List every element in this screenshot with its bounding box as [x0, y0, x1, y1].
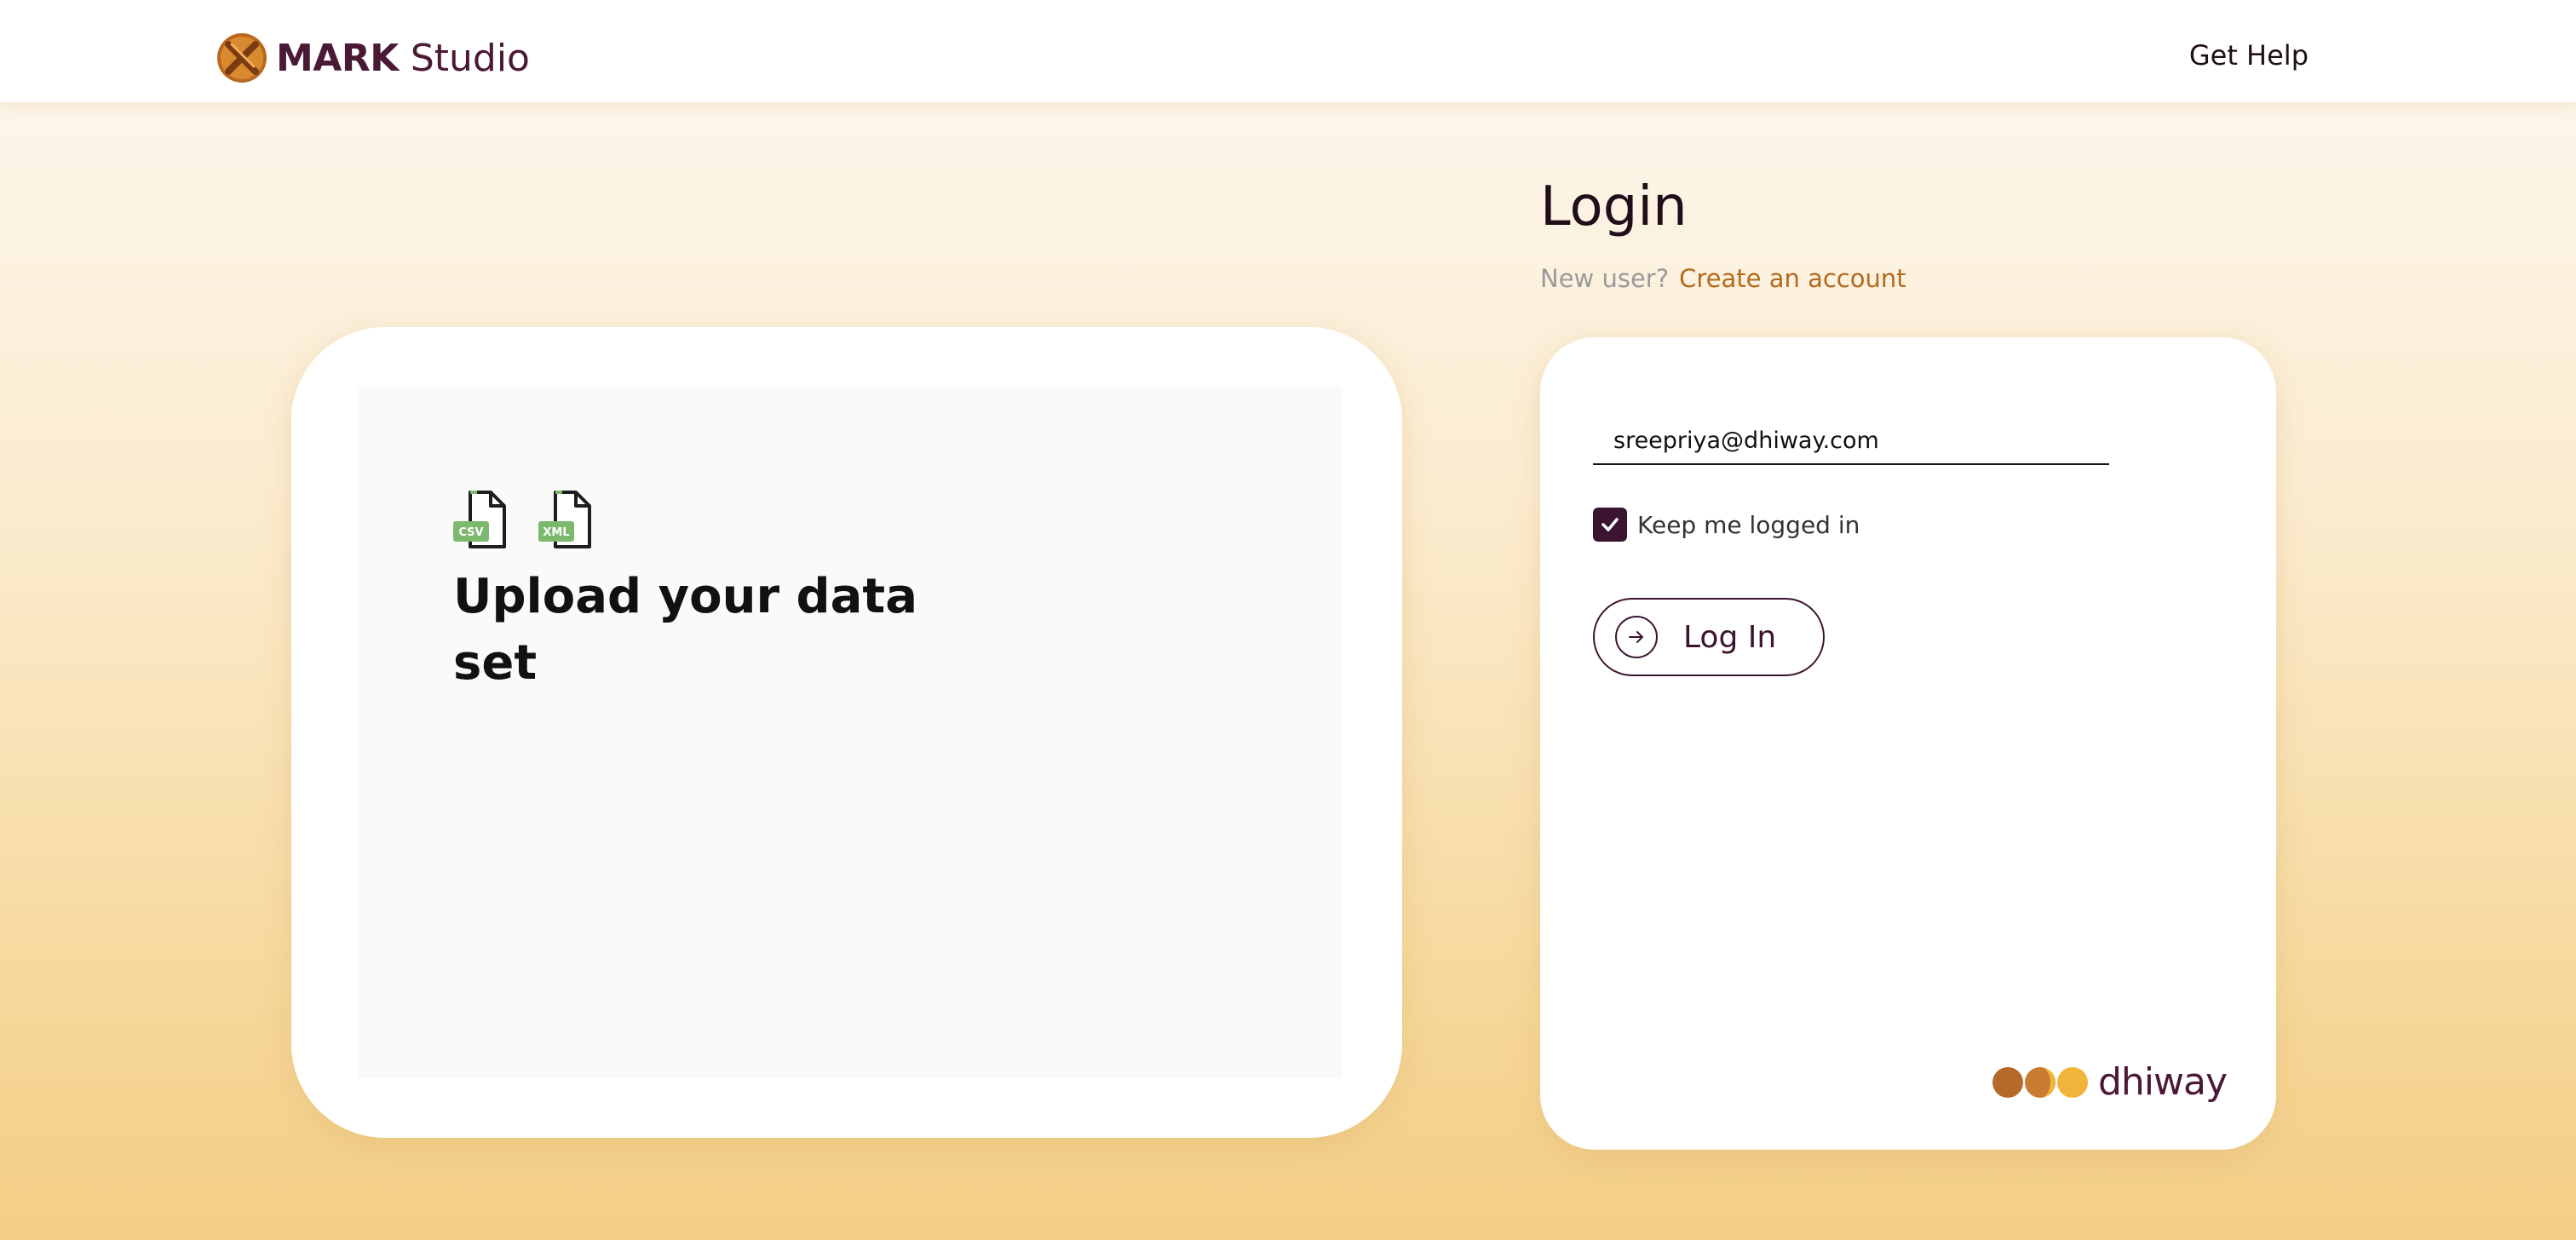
keep-logged-in-label: Keep me logged in [1637, 510, 1860, 539]
upload-title: Upload your data set [453, 569, 917, 691]
signup-prompt: New user? [1540, 264, 1670, 293]
checkmark-icon [1601, 518, 1619, 531]
keep-logged-in-checkbox[interactable] [1593, 508, 1627, 542]
brand-sub: Studio [410, 36, 530, 80]
csv-file-icon: CSV [453, 491, 506, 548]
csv-badge: CSV [458, 526, 483, 539]
upload-dropzone[interactable]: CSV XML Upload your data set [358, 387, 1343, 1078]
get-help-link[interactable]: Get Help [2189, 39, 2309, 72]
signup-row: New user? Create an account [1540, 264, 1906, 293]
brand-name: MARK [276, 36, 399, 80]
xml-file-icon: XML [538, 491, 591, 548]
keep-logged-in-toggle[interactable]: Keep me logged in [1593, 508, 1860, 542]
brand-logo[interactable]: MARK Studio [216, 31, 530, 85]
arrow-right-icon [1615, 616, 1658, 658]
top-bar: MARK Studio Get Help [0, 0, 2576, 102]
email-field[interactable] [1593, 417, 2109, 465]
login-button[interactable]: Log In [1593, 598, 1825, 676]
mark-logo-icon [217, 33, 267, 83]
file-type-icons: CSV XML [451, 487, 598, 552]
dhiway-dots-icon [1992, 1066, 2088, 1098]
login-card: Keep me logged in Log In dhiway [1540, 337, 2276, 1150]
login-button-label: Log In [1683, 619, 1777, 655]
login-heading: Login [1540, 175, 1688, 238]
dhiway-logo: dhiway [1991, 1060, 2228, 1104]
dhiway-name: dhiway [2097, 1060, 2228, 1104]
xml-badge: XML [543, 526, 569, 539]
upload-card: CSV XML Upload your data set [291, 327, 1402, 1138]
create-account-link[interactable]: Create an account [1679, 264, 1906, 293]
